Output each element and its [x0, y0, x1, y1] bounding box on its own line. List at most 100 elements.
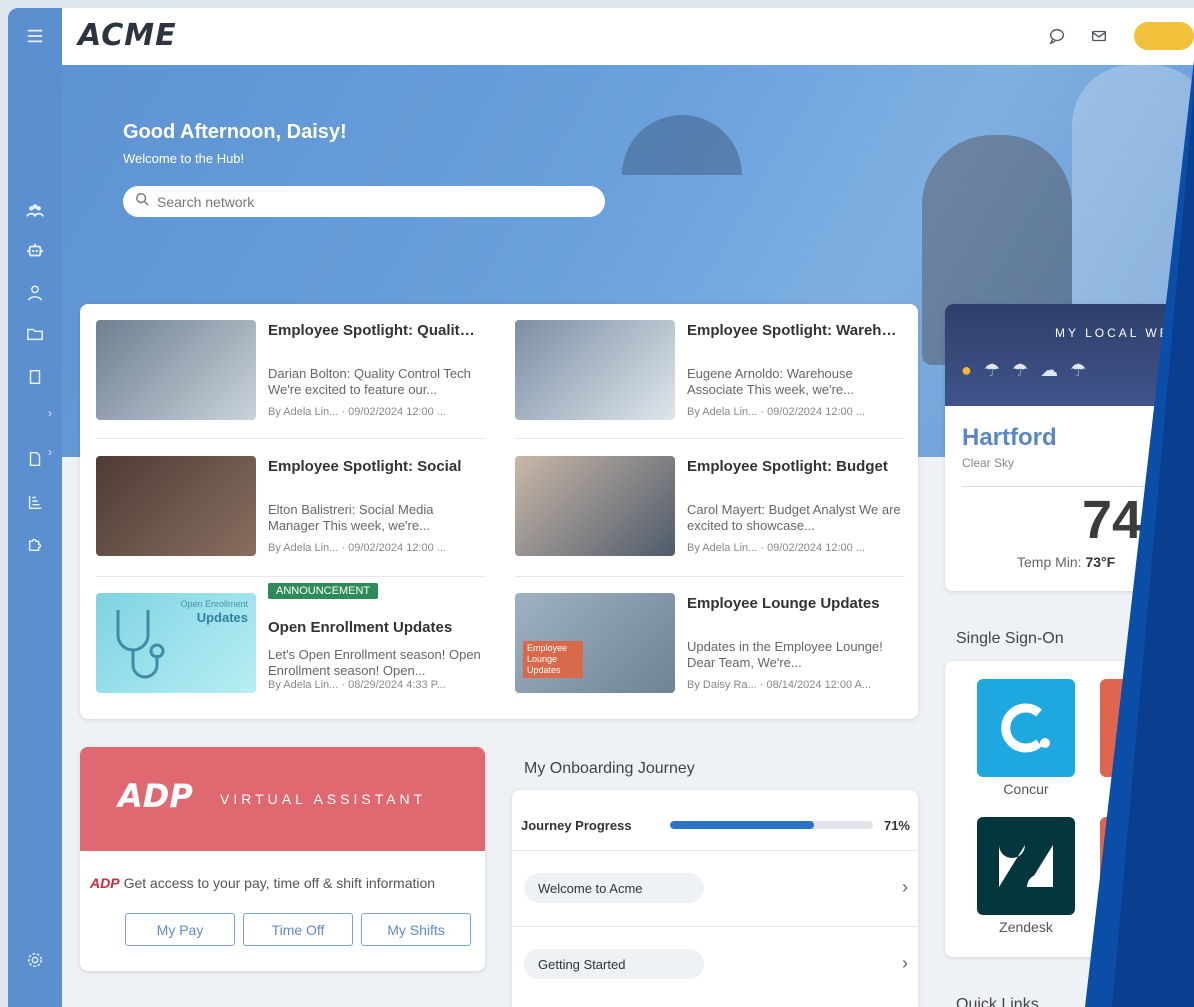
- weather-widget: MY LOCAL WEATHER ●☂☂☁☂ Hartford Clear Sk…: [945, 304, 1194, 591]
- hero-lamp-decor: [622, 115, 742, 175]
- news-description: Elton Balistreri: Social Media Manager T…: [268, 502, 434, 533]
- top-bar: ACME: [62, 8, 1194, 65]
- avatar[interactable]: [1134, 22, 1194, 50]
- onboarding-step-label: Welcome to Acme: [524, 873, 704, 903]
- rain-icon: ☂: [983, 360, 1013, 380]
- search-input[interactable]: [157, 193, 577, 210]
- weather-header: MY LOCAL WEATHER ●☂☂☁☂: [945, 304, 1194, 406]
- news-thumbnail: [515, 320, 675, 420]
- puzzle-icon[interactable]: [8, 530, 62, 558]
- person-icon[interactable]: [8, 279, 62, 307]
- quick-links-title: Quick Links: [956, 996, 1039, 1007]
- zendesk-label[interactable]: Zendesk: [977, 919, 1075, 935]
- news-title[interactable]: Open Enrollment Updates: [268, 619, 482, 636]
- workday-tile[interactable]: [1100, 679, 1194, 777]
- thumbnail-caption: Open Enrollment: [180, 599, 248, 609]
- news-item[interactable]: Employee Spotlight: Warehouse Eugene Arn…: [515, 320, 905, 440]
- news-thumbnail: [515, 456, 675, 556]
- adp-description: ADP Get access to your pay, time off & sh…: [90, 875, 435, 891]
- chevron-right-icon[interactable]: ›: [48, 445, 52, 459]
- search-bar[interactable]: [123, 186, 605, 217]
- journey-progress-percent: 71%: [883, 818, 910, 833]
- adp-header: ADP VIRTUAL ASSISTANT: [80, 747, 485, 851]
- weather-min-value: 73°F: [1085, 554, 1116, 570]
- doc-icon[interactable]: [8, 363, 62, 391]
- chevron-right-icon: ›: [902, 953, 908, 973]
- chat-icon[interactable]: [1046, 25, 1068, 47]
- folder-icon[interactable]: [8, 320, 62, 348]
- adp-virtual-assistant-card: ADP VIRTUAL ASSISTANT ADP Get access to y…: [80, 747, 485, 971]
- mail-icon[interactable]: [1088, 25, 1110, 47]
- thumbnail-caption: Updates: [196, 610, 248, 625]
- news-description: Darian Bolton: Quality Control Tech We'r…: [268, 366, 471, 397]
- adp-logo: ADP: [118, 777, 193, 815]
- chevron-right-icon: ›: [902, 877, 908, 897]
- concur-tile[interactable]: [977, 679, 1075, 777]
- journey-progress-bar: [670, 821, 873, 829]
- divider: [515, 576, 905, 577]
- zendesk-tile[interactable]: [977, 817, 1075, 915]
- news-item[interactable]: Employee Spotlight: Quality Control Dari…: [96, 320, 486, 440]
- news-item[interactable]: Employee Lounge Updates Employee Lounge …: [515, 593, 905, 713]
- weather-temperature: 74: [1082, 490, 1143, 550]
- rain-icon: ☂: [1012, 360, 1041, 380]
- weather-min-label: Temp Min:: [1017, 554, 1082, 570]
- thumbnail-caption: Employee Lounge Updates: [523, 641, 583, 678]
- concur-icon: [1001, 703, 1050, 753]
- news-thumbnail: [96, 320, 256, 420]
- divider: [96, 438, 486, 439]
- onboarding-card: Journey Progress 71% Welcome to Acme › G…: [512, 790, 918, 1007]
- adp-inline-logo: ADP: [90, 875, 120, 891]
- news-meta: By Adela Lin... · 09/02/2024 12:00 ...: [687, 406, 865, 418]
- chevron-right-icon[interactable]: ›: [48, 406, 52, 420]
- zendesk-icon: [999, 845, 1053, 887]
- news-title[interactable]: Employee Spotlight: Social: [268, 458, 482, 475]
- weather-condition: Clear Sky: [962, 456, 1015, 470]
- announcement-badge: ANNOUNCEMENT: [268, 583, 379, 599]
- adp-title: VIRTUAL ASSISTANT: [220, 791, 427, 807]
- divider: [962, 486, 1192, 487]
- news-item[interactable]: Open Enrollment Updates ANNOUNCEMENT Ope…: [96, 583, 486, 713]
- onboarding-title: My Onboarding Journey: [524, 760, 695, 777]
- news-description: Updates in the Employee Lounge! Dear Tea…: [687, 639, 883, 670]
- workday-label[interactable]: Workday: [1100, 781, 1194, 797]
- box-tile[interactable]: [1100, 817, 1194, 915]
- journey-progress-fill: [670, 821, 815, 829]
- page-icon[interactable]: [8, 445, 62, 473]
- news-meta: By Adela Lin... · 09/02/2024 12:00 ...: [687, 542, 865, 554]
- acme-logo[interactable]: ACME: [78, 18, 177, 53]
- onboarding-step[interactable]: Getting Started ›: [512, 926, 918, 1002]
- people-icon[interactable]: [8, 197, 62, 225]
- news-thumbnail: Employee Lounge Updates: [515, 593, 675, 693]
- weather-forecast-icons: ●☂☂☁☂: [961, 360, 1098, 381]
- news-title[interactable]: Employee Spotlight: Warehouse: [687, 322, 901, 339]
- time-off-button[interactable]: Time Off: [243, 913, 353, 946]
- onboarding-step[interactable]: Welcome to Acme ›: [512, 850, 918, 926]
- concur-label[interactable]: Concur: [977, 781, 1075, 797]
- search-icon: [135, 192, 149, 211]
- menu-icon[interactable]: [8, 22, 62, 50]
- box-label[interactable]: Box: [1100, 919, 1194, 935]
- weather-title: MY LOCAL WEATHER: [1055, 326, 1194, 340]
- my-pay-button[interactable]: My Pay: [125, 913, 235, 946]
- stethoscope-icon: [116, 610, 165, 679]
- sun-icon: ●: [961, 360, 984, 380]
- my-shifts-button[interactable]: My Shifts: [361, 913, 471, 946]
- news-thumbnail: [96, 456, 256, 556]
- news-title[interactable]: Employee Spotlight: Quality Control: [268, 322, 482, 339]
- news-item[interactable]: Employee Spotlight: Social Elton Balistr…: [96, 456, 486, 576]
- rain-icon: ☂: [1070, 360, 1099, 380]
- news-meta: By Adela Lin... · 08/29/2024 4:33 P...: [268, 679, 446, 691]
- news-description: Carol Mayert: Budget Analyst We are exci…: [687, 502, 901, 533]
- sso-title: Single Sign-On: [956, 630, 1064, 647]
- sidebar: › ›: [8, 8, 62, 1007]
- news-title[interactable]: Employee Lounge Updates: [687, 595, 901, 612]
- weather-min-temp: Temp Min: 73°F: [1017, 554, 1115, 570]
- welcome-text: Welcome to the Hub!: [123, 151, 245, 166]
- news-item[interactable]: Employee Spotlight: Budget Carol Mayert:…: [515, 456, 905, 576]
- news-title[interactable]: Employee Spotlight: Budget: [687, 458, 901, 475]
- sso-card: Concur Workday Zendesk Box: [945, 661, 1194, 957]
- settings-icon[interactable]: [8, 946, 62, 974]
- chart-icon[interactable]: [8, 488, 62, 516]
- bot-icon[interactable]: [8, 237, 62, 265]
